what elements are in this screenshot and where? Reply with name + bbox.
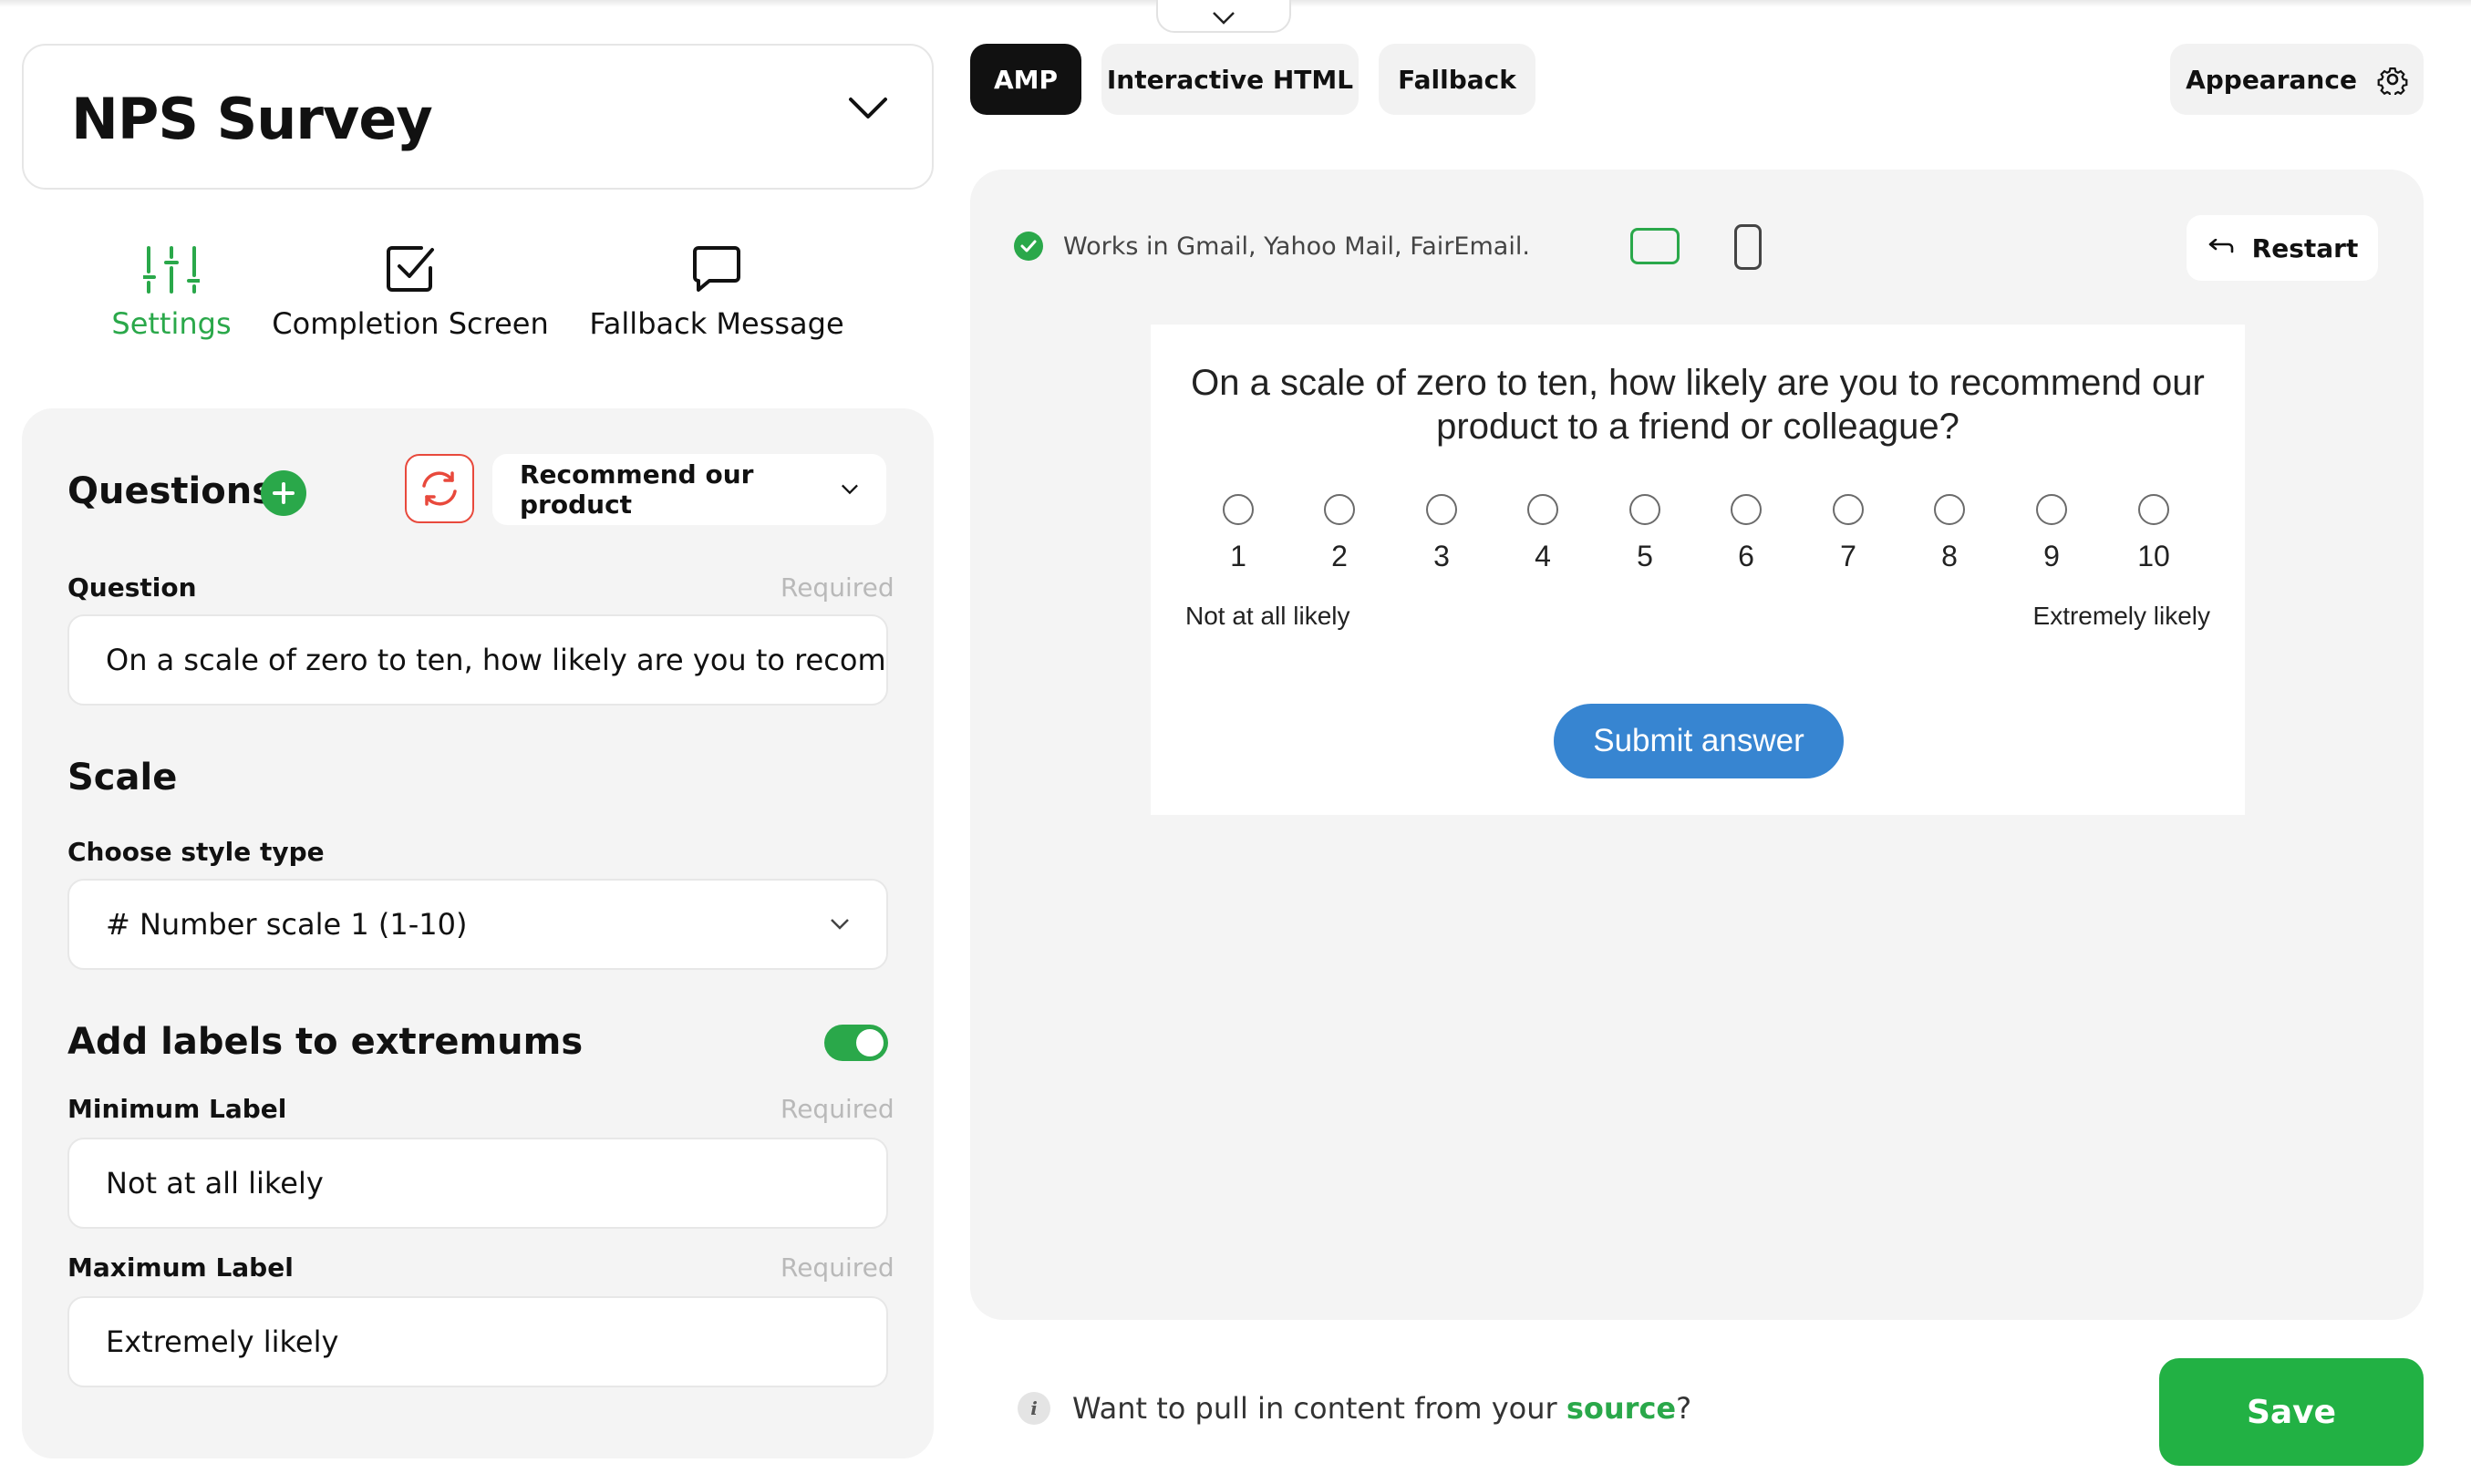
submit-answer-button[interactable]: Submit answer (1554, 704, 1844, 778)
sliders-icon (143, 246, 200, 294)
chevron-down-icon (1213, 12, 1235, 25)
extremums-heading: Add labels to extremums (67, 1021, 584, 1063)
collapse-handle[interactable] (1156, 0, 1291, 33)
check-icon (1014, 232, 1043, 261)
source-hint: i Want to pull in content from your sour… (1018, 1391, 1691, 1426)
message-icon (693, 246, 740, 292)
radio-button[interactable] (2138, 494, 2169, 525)
source-hint-prefix: Want to pull in content from your (1072, 1391, 1566, 1426)
style-type-select[interactable]: # Number scale 1 (1-10) (67, 879, 888, 970)
compatibility-text: Works in Gmail, Yahoo Mail, FairEmail. (1063, 232, 1530, 261)
survey-selector[interactable]: NPS Survey (22, 44, 934, 190)
add-question-button[interactable] (261, 470, 306, 516)
style-type-label: Choose style type (67, 837, 325, 867)
regenerate-button[interactable] (405, 454, 474, 523)
preview-max-label: Extremely likely (2032, 602, 2210, 630)
question-required: Required (781, 572, 894, 603)
email-preview: On a scale of zero to ten, how likely ar… (1151, 325, 2245, 815)
radio-button[interactable] (1527, 494, 1558, 525)
save-button[interactable]: Save (2159, 1358, 2424, 1466)
min-label-title: Minimum Label (67, 1094, 287, 1124)
questions-heading: Questions (67, 470, 274, 512)
radio-button[interactable] (1833, 494, 1864, 525)
chevron-down-icon (849, 98, 887, 119)
toggle-knob (856, 1029, 884, 1056)
radio-button[interactable] (1934, 494, 1965, 525)
radio-button[interactable] (1426, 494, 1457, 525)
plus-icon (273, 482, 295, 504)
preview-min-label: Not at all likely (1185, 602, 1350, 630)
scale-number: 4 (1535, 540, 1551, 572)
scale-option[interactable]: 3 (1414, 494, 1469, 573)
min-label-required: Required (781, 1094, 894, 1124)
scale-heading: Scale (67, 757, 178, 799)
scale-option[interactable]: 6 (1719, 494, 1773, 573)
scale-option[interactable]: 9 (2024, 494, 2079, 573)
question-select[interactable]: Recommend our product (492, 454, 886, 525)
style-type-value: # Number scale 1 (1-10) (106, 907, 468, 942)
arrow-left-icon (2208, 239, 2233, 253)
min-label-input[interactable]: Not at all likely (67, 1138, 888, 1229)
nav-fallback-label: Fallback Message (589, 306, 844, 341)
scale-option[interactable]: 4 (1515, 494, 1570, 573)
nav-settings-label: Settings (111, 306, 232, 341)
scale-number: 9 (2043, 540, 2060, 572)
scale-number: 7 (1840, 540, 1856, 572)
scale-number: 10 (2137, 540, 2170, 572)
refresh-icon (422, 471, 457, 506)
nav-completion-screen[interactable]: Completion Screen (272, 244, 549, 363)
scale-number: 5 (1637, 540, 1653, 572)
scale-option[interactable]: 10 (2126, 494, 2181, 573)
chevron-down-icon (842, 484, 858, 495)
gear-icon (2377, 67, 2408, 95)
radio-button[interactable] (1731, 494, 1762, 525)
mobile-view-icon[interactable] (1734, 224, 1762, 270)
scale-number: 1 (1230, 540, 1246, 572)
restart-label: Restart (2251, 232, 2359, 263)
max-label-required: Required (781, 1252, 894, 1283)
question-select-value: Recommend our product (520, 459, 754, 520)
scale-option[interactable]: 8 (1922, 494, 1977, 573)
scale-number: 2 (1331, 540, 1348, 572)
radio-button[interactable] (1324, 494, 1355, 525)
source-hint-suffix: ? (1676, 1391, 1692, 1426)
tab-amp[interactable]: AMP (970, 44, 1081, 115)
max-label-input[interactable]: Extremely likely (67, 1296, 888, 1387)
source-link[interactable]: source (1566, 1391, 1676, 1426)
radio-button[interactable] (1629, 494, 1660, 525)
scale-number: 8 (1941, 540, 1958, 572)
tab-fallback[interactable]: Fallback (1379, 44, 1535, 115)
compatibility-note: Works in Gmail, Yahoo Mail, FairEmail. (1014, 232, 1530, 261)
appearance-button[interactable]: Appearance (2170, 44, 2424, 115)
appearance-label: Appearance (2186, 64, 2357, 95)
question-input[interactable]: On a scale of zero to ten, how likely ar… (67, 614, 888, 706)
scale-option[interactable]: 5 (1618, 494, 1672, 573)
survey-title: NPS Survey (71, 86, 433, 152)
radio-button[interactable] (1223, 494, 1254, 525)
checkbox-icon (387, 246, 434, 292)
max-label-title: Maximum Label (67, 1252, 294, 1283)
nav-completion-label: Completion Screen (272, 306, 549, 341)
question-label: Question (67, 572, 197, 603)
preview-question: On a scale of zero to ten, how likely ar… (1191, 363, 2205, 447)
tab-interactive-html[interactable]: Interactive HTML (1101, 44, 1359, 115)
scale-number: 3 (1433, 540, 1450, 572)
desktop-view-icon[interactable] (1630, 228, 1680, 264)
extremums-toggle[interactable] (824, 1025, 888, 1061)
scale-option[interactable]: 7 (1821, 494, 1876, 573)
info-icon: i (1018, 1392, 1050, 1425)
nav-fallback-message[interactable]: Fallback Message (589, 244, 844, 363)
radio-button[interactable] (2036, 494, 2067, 525)
nav-settings[interactable]: Settings (109, 244, 233, 363)
scale-number: 6 (1738, 540, 1754, 572)
scale-option[interactable]: 2 (1312, 494, 1367, 573)
restart-button[interactable]: Restart (2187, 215, 2378, 281)
chevron-down-icon (831, 919, 849, 930)
scale-option[interactable]: 1 (1211, 494, 1266, 573)
